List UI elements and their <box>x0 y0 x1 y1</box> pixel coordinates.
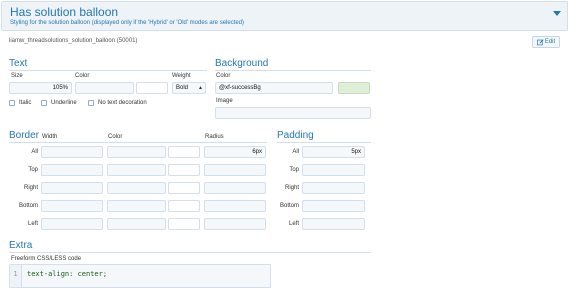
property-title: Has solution balloon <box>10 5 119 19</box>
border-color-input[interactable] <box>107 146 166 158</box>
bg-color-label: Color <box>216 73 231 79</box>
border-radius-input[interactable] <box>204 200 266 212</box>
divider <box>9 252 371 253</box>
padding-input[interactable] <box>302 200 365 212</box>
bg-color-input[interactable]: @xf-successBg <box>215 82 333 94</box>
padding-row-label: Right <box>284 185 299 191</box>
text-color-swatch[interactable] <box>136 82 168 94</box>
font-weight-value: Bold <box>176 85 189 91</box>
font-weight-select[interactable]: Bold ▲︎ <box>172 82 206 94</box>
padding-row-label: Left <box>288 221 299 227</box>
section-title-text: Text <box>9 58 28 69</box>
border-width-label: Width <box>42 134 58 140</box>
edit-label: Edit <box>544 39 556 45</box>
border-color-input[interactable] <box>107 200 166 212</box>
section-title-background: Background <box>215 58 269 69</box>
padding-input[interactable]: 5px <box>302 146 365 158</box>
border-width-input[interactable] <box>41 164 103 176</box>
border-color-input[interactable] <box>107 164 166 176</box>
code-line: text-align: center; <box>27 270 108 278</box>
padding-row-label: All <box>292 149 299 155</box>
border-color-swatch[interactable] <box>168 146 200 158</box>
css-code-editor[interactable]: 1 text-align: center; <box>9 264 271 288</box>
border-radius-label: Radius <box>205 134 224 140</box>
divider <box>277 142 371 143</box>
text-color-input[interactable] <box>75 82 134 94</box>
border-radius-input[interactable] <box>204 218 266 230</box>
select-caret-icon: ▲︎ <box>198 85 203 91</box>
border-row-label: Left <box>27 221 38 227</box>
underline-label[interactable]: Underline <box>51 100 77 106</box>
no-decoration-checkbox[interactable] <box>88 100 94 106</box>
border-color-input[interactable] <box>107 182 166 194</box>
bg-image-label: Image <box>216 98 233 104</box>
color-label: Color <box>75 73 90 79</box>
padding-row-label: Bottom <box>279 203 299 209</box>
padding-input[interactable] <box>302 218 365 230</box>
section-title-extra: Extra <box>9 240 33 251</box>
border-width-input[interactable] <box>41 218 103 230</box>
section-title-padding: Padding <box>277 130 314 141</box>
property-header[interactable]: Has solution balloon Styling for the sol… <box>1 1 568 31</box>
divider <box>215 70 371 71</box>
border-color-swatch[interactable] <box>168 200 200 212</box>
size-label: Size <box>11 73 23 79</box>
border-color-label: Color <box>108 134 123 140</box>
no-decoration-label[interactable]: No text decoration <box>98 100 147 106</box>
border-width-input[interactable] <box>41 200 103 212</box>
border-row-label: Right <box>23 185 38 191</box>
edit-button[interactable]: Edit <box>532 36 560 48</box>
border-color-swatch[interactable] <box>168 218 200 230</box>
padding-input[interactable] <box>302 164 365 176</box>
section-title-border: Border <box>9 130 40 141</box>
italic-label[interactable]: Italic <box>19 100 31 106</box>
border-width-input[interactable] <box>41 146 103 158</box>
bg-color-swatch[interactable] <box>338 82 370 94</box>
weight-label: Weight <box>172 73 191 79</box>
collapse-caret-icon[interactable] <box>553 11 561 16</box>
bg-image-input[interactable] <box>215 107 371 119</box>
property-identifier: liamw_threadsolutions_solution_balloon (… <box>9 38 138 44</box>
border-color-input[interactable] <box>107 218 166 230</box>
underline-checkbox[interactable] <box>41 100 47 106</box>
edit-icon <box>536 38 544 45</box>
italic-checkbox[interactable] <box>9 100 15 106</box>
line-number: 1 <box>10 265 22 287</box>
border-radius-input[interactable] <box>204 164 266 176</box>
font-size-input[interactable]: 105% <box>9 82 72 94</box>
divider <box>9 142 267 143</box>
code-label: Freeform CSS/LESS code <box>11 256 82 262</box>
border-row-label: Bottom <box>18 203 38 209</box>
padding-input[interactable] <box>302 182 365 194</box>
border-row-label: All <box>31 149 38 155</box>
property-description: Styling for the solution balloon (displa… <box>10 20 245 26</box>
border-radius-input[interactable]: 6px <box>204 146 266 158</box>
border-row-label: Top <box>28 167 38 173</box>
border-color-swatch[interactable] <box>168 164 200 176</box>
border-radius-input[interactable] <box>204 182 266 194</box>
border-width-input[interactable] <box>41 182 103 194</box>
border-color-swatch[interactable] <box>168 182 200 194</box>
padding-row-label: Top <box>289 167 299 173</box>
divider <box>9 70 207 71</box>
